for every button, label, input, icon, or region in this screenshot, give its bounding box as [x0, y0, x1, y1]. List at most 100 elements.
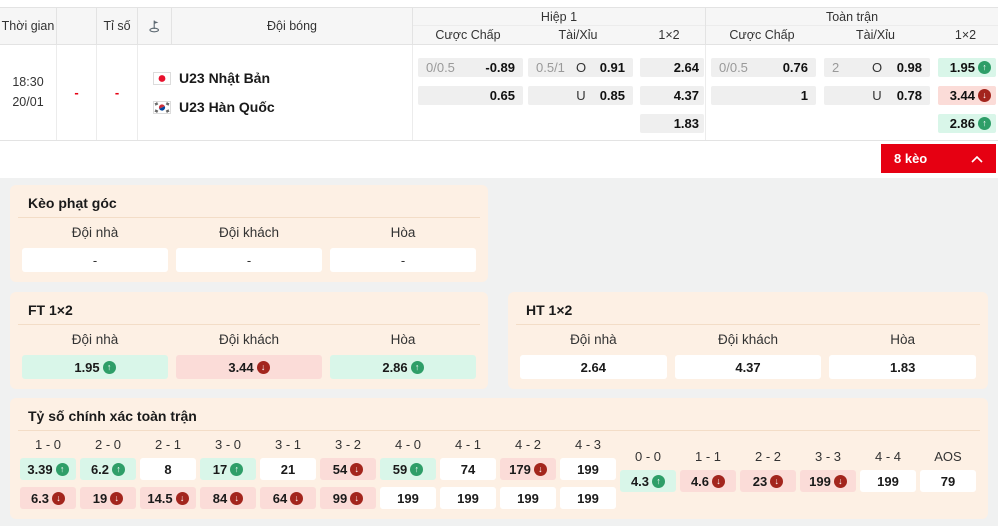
total-line: 0.5/1 — [536, 60, 565, 75]
home-team[interactable]: U23 Nhật Bản — [153, 70, 412, 86]
section-title: FT 1×2 — [18, 300, 480, 325]
odds-value: 99 — [332, 490, 348, 506]
trend-icon — [55, 462, 69, 476]
score-odds-top[interactable]: 3.39 — [20, 458, 76, 480]
h1-handicap-column: 0/0.5 -0.89 0.65 — [418, 58, 523, 105]
trend-icon — [102, 360, 116, 374]
expand-odds-button[interactable]: 8 kèo — [881, 144, 996, 173]
away-team[interactable]: U23 Hàn Quốc — [153, 99, 412, 115]
odds-value: 6.2 — [90, 461, 110, 477]
score-odds-bottom[interactable]: 99 — [320, 487, 376, 509]
score-label: AOS — [934, 449, 962, 464]
score-odds-top[interactable]: 21 — [260, 458, 316, 480]
odds-value: 64 — [272, 490, 288, 506]
odds-value: 199 — [577, 461, 599, 477]
ft-handicap-home-odds[interactable]: 0/0.5 0.76 — [711, 58, 816, 77]
h1-handicap-home-odds[interactable]: 0/0.5 -0.89 — [418, 58, 523, 77]
score-odds-top[interactable]: 199 — [560, 458, 616, 480]
draw-score-odds[interactable]: 199 — [800, 470, 856, 492]
trend-icon — [652, 474, 666, 488]
odds-value: 199 — [457, 490, 479, 506]
over-label: O — [575, 60, 587, 75]
draw-score-odds[interactable]: 79 — [920, 470, 976, 492]
odds-value: 3.39 — [27, 461, 53, 477]
trend-icon — [410, 360, 424, 374]
col-header-time: Thời gian — [0, 8, 57, 44]
score-label: 3 - 1 — [274, 437, 301, 452]
score-odds-top[interactable]: 59 — [380, 458, 436, 480]
score-odds-bottom[interactable]: 199 — [440, 487, 496, 509]
odds-value: 0.65 — [489, 88, 515, 103]
h1-under-odds[interactable]: U 0.85 — [528, 86, 633, 105]
over-label: O — [871, 60, 883, 75]
score-odds-bottom[interactable]: 199 — [560, 487, 616, 509]
ft-1x2-column: 1.95 3.44 2.86 — [938, 58, 996, 133]
ft-1x2-home-odds[interactable]: 1.95 — [938, 58, 996, 77]
home-team-name: U23 Nhật Bản — [179, 70, 271, 86]
draw-score-odds[interactable]: 4.6 — [680, 470, 736, 492]
score-odds-bottom[interactable]: 19 — [80, 487, 136, 509]
ft-1x2-draw-odds[interactable]: 2.86 — [938, 114, 996, 133]
score-odds-bottom[interactable]: 199 — [380, 487, 436, 509]
score-label: 4 - 0 — [394, 437, 421, 452]
corner-draw-odds[interactable]: - — [330, 248, 476, 272]
h1-1x2-draw-odds[interactable]: 1.83 — [640, 114, 704, 133]
ft1x2-draw-odds[interactable]: 2.86 — [330, 355, 476, 379]
col-header-handicap-h1: Cược Chấp — [435, 28, 501, 42]
ht1x2-draw-odds[interactable]: 1.83 — [829, 355, 977, 379]
score-odds-bottom[interactable]: 14.5 — [140, 487, 196, 509]
group-title-half1: Hiệp 1 — [413, 8, 705, 26]
h1-1x2-away-odds[interactable]: 4.37 — [640, 86, 704, 105]
ft-over-odds[interactable]: 2 O 0.98 — [824, 58, 930, 77]
score-label: 0 - 0 — [634, 449, 661, 464]
score-label: 2 - 2 — [754, 449, 781, 464]
score-odds-top[interactable]: 8 — [140, 458, 196, 480]
score-odds-top[interactable]: 54 — [320, 458, 376, 480]
trend-icon — [52, 491, 66, 505]
under-label: U — [872, 88, 882, 103]
col-header-draw: Hòa — [390, 332, 416, 347]
ft-handicap-away-odds[interactable]: 1 — [711, 86, 816, 105]
score-column: 4 - 3 199 199 — [560, 437, 616, 509]
score-odds-top[interactable]: 74 — [440, 458, 496, 480]
odds-value: 0.78 — [896, 88, 922, 103]
col-header-draw: Hòa — [390, 225, 416, 240]
odds-value: 2.86 — [949, 116, 975, 131]
extra-markets: Kèo phạt góc Đội nhà - Đội khách - Hòa -… — [0, 178, 998, 526]
japan-flag-icon — [153, 71, 171, 85]
odds-value: 179 — [509, 461, 531, 477]
score-odds-top[interactable]: 17 — [200, 458, 256, 480]
ft-overunder-column: 2 O 0.98 U 0.78 — [824, 58, 930, 105]
expand-row: 8 kèo — [0, 141, 998, 177]
score-odds-top[interactable]: 6.2 — [80, 458, 136, 480]
ft1x2-home-odds[interactable]: 1.95 — [22, 355, 168, 379]
h1-over-odds[interactable]: 0.5/1 O 0.91 — [528, 58, 633, 77]
draw-score-odds[interactable]: 199 — [860, 470, 916, 492]
ht1x2-away-odds[interactable]: 4.37 — [674, 355, 822, 379]
h1-1x2-home-odds[interactable]: 2.64 — [640, 58, 704, 77]
score-label: 4 - 2 — [514, 437, 541, 452]
score-odds-bottom[interactable]: 64 — [260, 487, 316, 509]
ft1x2-away-odds[interactable]: 3.44 — [176, 355, 322, 379]
odds-value: 17 — [212, 461, 228, 477]
corner-home-odds[interactable]: - — [22, 248, 168, 272]
away-team-name: U23 Hàn Quốc — [179, 99, 275, 115]
score-label: 3 - 2 — [334, 437, 361, 452]
ft-1x2-away-odds[interactable]: 3.44 — [938, 86, 996, 105]
score-odds-bottom[interactable]: 199 — [500, 487, 556, 509]
odds-value: 199 — [577, 490, 599, 506]
score-odds-top[interactable]: 179 — [500, 458, 556, 480]
ht1x2-home-odds[interactable]: 2.64 — [520, 355, 667, 379]
handicap-line: 0/0.5 — [426, 60, 455, 75]
section-title: Tỷ số chính xác toàn trận — [18, 406, 980, 431]
ft-under-odds[interactable]: U 0.78 — [824, 86, 930, 105]
col-group-fulltime: Toàn trận Cược Chấp Tài/Xỉu 1×2 — [705, 8, 998, 44]
draw-score-odds[interactable]: 23 — [740, 470, 796, 492]
draw-score-odds[interactable]: 4.3 — [620, 470, 676, 492]
score-odds-bottom[interactable]: 84 — [200, 487, 256, 509]
score-odds-bottom[interactable]: 6.3 — [20, 487, 76, 509]
corner-away-odds[interactable]: - — [176, 248, 322, 272]
draw-columns: 0 - 0 4.3 1 - 1 4.6 2 - 2 23 3 - 3 199 4… — [620, 437, 976, 492]
col-header-away: Đội khách — [717, 332, 779, 347]
h1-handicap-away-odds[interactable]: 0.65 — [418, 86, 523, 105]
